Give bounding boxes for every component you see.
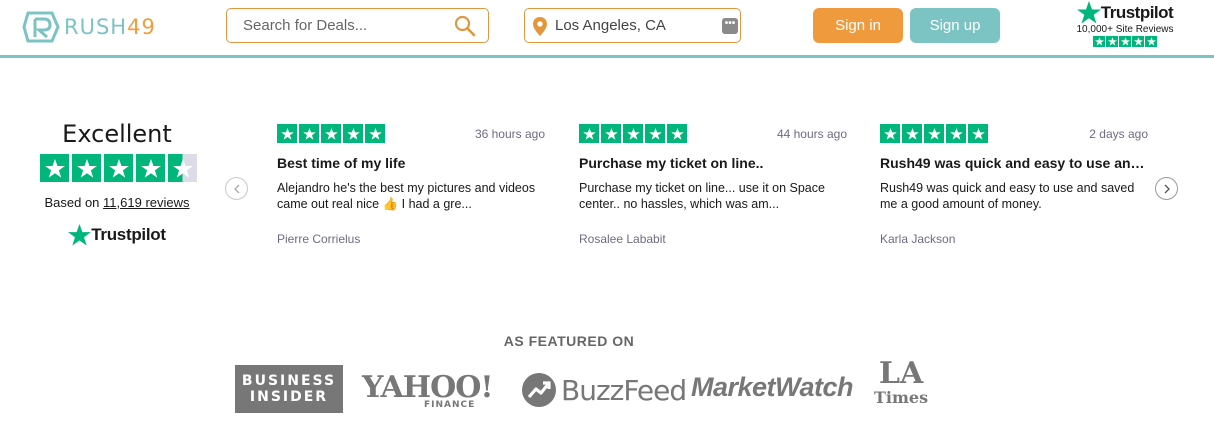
star-icon [946,124,966,143]
star-icon [277,124,297,143]
trustpilot-star-icon [68,224,92,246]
star-icon [365,124,385,143]
chevron-left-icon [233,184,239,193]
trustpilot-brand: Trustpilot [1100,2,1174,22]
trustpilot-mini-stars [1072,36,1178,47]
rush49-logo-icon [22,11,60,43]
business-insider-logo: BUSINESS INSIDER [235,365,343,413]
star-icon [1106,36,1118,47]
half-star-icon [168,154,197,182]
chevron-right-icon [1164,184,1170,193]
trustpilot-header-widget[interactable]: Trustpilot 10,000+ Site Reviews [1072,1,1178,47]
buzzfeed-trend-icon [522,373,556,407]
review-count-line: Based on 11,619 reviews [36,195,198,210]
review-title: Best time of my life [277,155,406,171]
star-icon [579,124,599,143]
location-value: Los Angeles, CA [555,17,666,34]
review-card[interactable]: 44 hours ago Purchase my ticket on line.… [579,124,847,246]
star-icon [1132,36,1144,47]
location-field[interactable]: Los Angeles, CA ••• [524,8,741,43]
rating-stars [40,154,198,182]
review-card[interactable]: 36 hours ago Best time of my life Alejan… [277,124,545,246]
search-icon[interactable] [454,15,476,37]
review-title: Purchase my ticket on line.. [579,155,764,171]
star-icon [667,124,687,143]
star-icon [104,154,133,182]
star-icon [601,124,621,143]
logo-wordmark: RUSH49 [64,15,156,39]
star-icon [924,124,944,143]
review-time: 44 hours ago [776,127,847,141]
review-time: 2 days ago [1089,127,1148,141]
star-icon [299,124,319,143]
review-count-link[interactable]: 11,619 reviews [103,195,189,210]
deal-search-input[interactable]: Search for Deals... [226,8,489,43]
la-times-logo: LA Times [874,356,929,408]
star-icon [72,154,101,182]
search-placeholder: Search for Deals... [243,17,368,34]
star-icon [1093,36,1105,47]
star-icon [902,124,922,143]
buzzfeed-logo: BuzzFeed [521,372,687,408]
star-icon [623,124,643,143]
trustpilot-star-icon [1076,1,1101,24]
star-icon [1145,36,1157,47]
star-icon [136,154,165,182]
location-pin-icon [533,17,547,36]
trustpilot-site-reviews: 10,000+ Site Reviews [1076,24,1174,35]
featured-on-heading: AS FEATURED ON [503,333,635,349]
site-header: RUSH49 Search for Deals... Los Angeles, … [0,0,1214,58]
review-body: Rush49 was quick and easy to use and sav… [880,181,1135,211]
star-icon [343,124,363,143]
review-card[interactable]: 2 days ago Rush49 was quick and easy to … [880,124,1148,246]
trustpilot-summary: Excellent Based on 11,619 reviews Trustp… [36,120,198,246]
based-on-label: Based on [44,195,100,210]
more-options-icon[interactable]: ••• [722,18,738,34]
yahoo-finance-logo: YAHOO! FINANCE [362,370,494,410]
review-body: Alejandro he's the best my pictures and … [277,181,536,211]
carousel-next-button[interactable] [1155,177,1178,200]
sign-in-button[interactable]: Sign in [813,8,903,43]
rating-label: Excellent [62,120,172,148]
trustpilot-logo[interactable]: Trustpilot [36,224,198,246]
marketwatch-logo: MarketWatch [691,372,854,402]
review-body: Purchase my ticket on line... use it on … [579,181,825,211]
star-icon [880,124,900,143]
trustpilot-brand: Trustpilot [91,225,166,244]
review-author: Karla Jackson [880,232,956,246]
sign-up-button[interactable]: Sign up [910,8,1000,43]
star-icon [645,124,665,143]
star-icon [40,154,69,182]
review-title: Rush49 was quick and easy to use an… [880,155,1145,171]
review-author: Rosalee Lababit [579,232,666,246]
carousel-prev-button[interactable] [225,177,248,200]
star-icon [968,124,988,143]
star-icon [321,124,341,143]
rush49-logo[interactable]: RUSH49 [22,9,156,45]
review-author: Pierre Corrielus [277,232,361,246]
review-time: 36 hours ago [474,127,545,141]
star-icon [1119,36,1131,47]
